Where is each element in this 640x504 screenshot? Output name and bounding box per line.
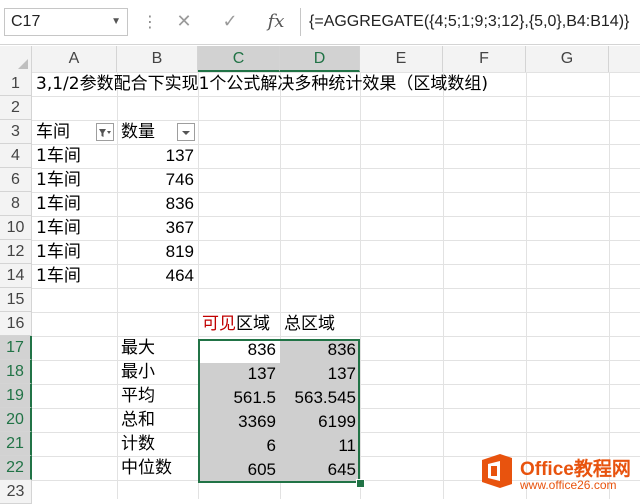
formula-input[interactable]: {=AGGREGATE({4;5;1;9;3;12},{5,0},B4:B14)… (300, 8, 640, 36)
quantity-cell[interactable]: 819 (117, 240, 198, 264)
stat-label[interactable]: 总和 (117, 408, 159, 432)
stat-visible-value[interactable]: 836 (198, 338, 280, 362)
name-box-value: C17 (11, 13, 41, 30)
row-header[interactable]: 17 (0, 336, 32, 360)
row-header[interactable]: 19 (0, 384, 32, 408)
workshop-cell[interactable]: 1车间 (32, 168, 85, 192)
cancel-button[interactable]: ✕ (166, 8, 202, 36)
header-visible-area[interactable]: 可见区域 (198, 312, 274, 336)
header-total-area[interactable]: 总区域 (280, 312, 339, 336)
quantity-cell[interactable]: 464 (117, 264, 198, 288)
column-header-d[interactable]: D (280, 46, 360, 72)
stat-visible-value[interactable]: 605 (198, 458, 280, 482)
stat-total-value[interactable]: 563.545 (280, 386, 360, 410)
filter-active-icon[interactable] (96, 123, 114, 141)
office-logo-icon (482, 454, 512, 488)
row-header[interactable]: 14 (0, 264, 32, 288)
row-header[interactable]: 3 (0, 120, 32, 144)
row-header[interactable]: 18 (0, 360, 32, 384)
column-headers: A B C D E F G (0, 46, 640, 73)
stat-visible-value[interactable]: 3369 (198, 410, 280, 434)
stat-label[interactable]: 计数 (117, 432, 159, 456)
stat-visible-value[interactable]: 6 (198, 434, 280, 458)
row-header[interactable]: 22 (0, 456, 32, 480)
stat-total-value[interactable]: 137 (280, 362, 360, 386)
stat-label[interactable]: 最小 (117, 360, 159, 384)
row-header[interactable]: 4 (0, 144, 32, 168)
header-quantity[interactable]: 数量 (117, 120, 198, 144)
watermark: Office教程网 www.office26.com (472, 448, 640, 499)
row-header[interactable]: 21 (0, 432, 32, 456)
select-all-button[interactable] (0, 46, 32, 72)
quantity-cell[interactable]: 836 (117, 192, 198, 216)
stat-label[interactable]: 中位数 (117, 456, 176, 480)
workshop-cell[interactable]: 1车间 (32, 240, 85, 264)
row-header[interactable]: 1 (0, 72, 32, 96)
column-header-f[interactable]: F (443, 46, 526, 72)
header-visible-prefix: 可见 (202, 314, 236, 334)
column-header-a[interactable]: A (32, 46, 117, 72)
quantity-cell[interactable]: 746 (117, 168, 198, 192)
stat-total-value[interactable]: 645 (280, 458, 360, 482)
filter-dropdown-icon[interactable] (177, 123, 195, 141)
column-header-c[interactable]: C (198, 46, 280, 72)
header-quantity-label: 数量 (121, 122, 155, 142)
row-header[interactable]: 2 (0, 96, 32, 120)
stat-total-value[interactable]: 6199 (280, 410, 360, 434)
chevron-down-icon[interactable]: ▼ (111, 9, 121, 35)
stat-visible-value[interactable]: 137 (198, 362, 280, 386)
row-header[interactable]: 12 (0, 240, 32, 264)
workshop-cell[interactable]: 1车间 (32, 144, 85, 168)
row-header[interactable]: 20 (0, 408, 32, 432)
row-header[interactable]: 23 (0, 480, 32, 504)
workshop-cell[interactable]: 1车间 (32, 264, 85, 288)
header-workshop-label: 车间 (36, 122, 70, 142)
close-icon: ✕ (176, 11, 192, 32)
column-header-b[interactable]: B (117, 46, 198, 72)
stat-label[interactable]: 最大 (117, 336, 159, 360)
workshop-cell[interactable]: 1车间 (32, 192, 85, 216)
more-options-icon[interactable]: ⋮ (142, 12, 158, 31)
formula-bar: C17 ▼ ⋮ ✕ ✓ fx {=AGGREGATE({4;5;1;9;3;12… (0, 0, 640, 45)
row-header[interactable]: 10 (0, 216, 32, 240)
stat-label[interactable]: 平均 (117, 384, 159, 408)
row-header[interactable]: 8 (0, 192, 32, 216)
row-header[interactable]: 6 (0, 168, 32, 192)
row-header[interactable]: 16 (0, 312, 32, 336)
fx-icon: fx (267, 11, 285, 32)
title-cell[interactable]: 3,1/2参数配合下实现1个公式解决多种统计效果（区域数组) (32, 72, 492, 96)
quantity-cell[interactable]: 367 (117, 216, 198, 240)
quantity-cell[interactable]: 137 (117, 144, 198, 168)
row-header[interactable]: 15 (0, 288, 32, 312)
insert-function-button[interactable]: fx (258, 8, 294, 36)
column-header-g[interactable]: G (526, 46, 609, 72)
name-box[interactable]: C17 ▼ (4, 8, 128, 36)
stat-total-value[interactable]: 836 (280, 338, 360, 362)
check-icon: ✓ (222, 11, 238, 32)
stat-total-value[interactable]: 11 (280, 434, 360, 458)
confirm-button[interactable]: ✓ (212, 8, 248, 36)
header-visible-suffix: 区域 (236, 314, 270, 334)
stat-visible-value[interactable]: 561.5 (198, 386, 280, 410)
header-workshop[interactable]: 车间 (32, 120, 117, 144)
workshop-cell[interactable]: 1车间 (32, 216, 85, 240)
watermark-brand: Office教程网 (520, 459, 631, 480)
column-header-e[interactable]: E (360, 46, 443, 72)
watermark-url: www.office26.com (520, 478, 617, 492)
